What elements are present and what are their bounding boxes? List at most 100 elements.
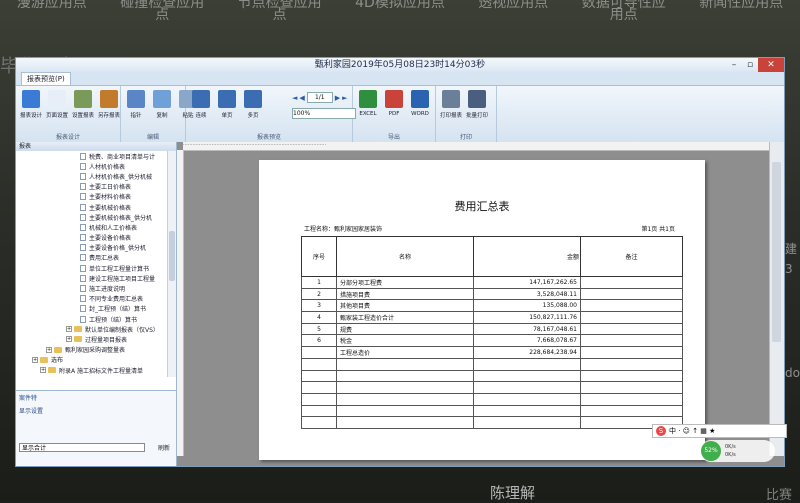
tree-item[interactable]: 主要设备价格_供分机 [16,243,166,253]
tree-item[interactable]: 主要机械价格表_供分机 [16,212,166,222]
ribbon-button[interactable]: 多页 [240,90,266,119]
prev-page-icon[interactable]: ◀ [299,94,304,102]
tree-item[interactable]: + 附录A 施工招标文件工程量清单 [16,365,166,375]
table-cell [580,404,683,418]
report-icon [80,183,86,191]
background-menu-line: 漫游应用点 [16,0,87,11]
close-button[interactable]: ✕ [758,58,784,72]
folder-icon [48,367,56,374]
last-page-icon[interactable]: ► [342,94,347,102]
page-input[interactable]: 1/1 [306,92,333,103]
tree-item[interactable]: + 选布 [16,355,166,365]
tree-item-label: 主要机械价格表 [89,204,132,212]
ribbon-button[interactable]: 复制 [149,90,175,119]
preview-scrollbar[interactable] [769,142,784,456]
ribbon-button[interactable]: 连续 [188,90,214,119]
expand-icon[interactable]: + [40,367,46,374]
column-header: 金额 [473,236,581,277]
ime-tools[interactable]: 中 · ☺ ↑ ▦ ★ [669,426,715,436]
tree-item[interactable]: 主要机械价格表 [16,202,166,212]
ime-icon[interactable]: S [656,426,666,436]
tree-item[interactable]: 不同专业费用汇总表 [16,294,166,304]
tree-item-label: 附录A 施工招标文件工程量清单 [59,367,144,375]
ribbon-group: 打印报表 批量打印打印 [436,86,497,142]
ribbon-button[interactable]: WORD [407,90,433,117]
minimize-button[interactable]: – [726,58,742,72]
project-name: 工程名称：甄利家园家居装饰 [304,226,383,233]
next-page-icon[interactable]: ▶ [335,94,340,102]
tree-item[interactable]: 主要材料价格表 [16,192,166,202]
ribbon-button[interactable]: 单页 [214,90,240,119]
tree-item[interactable]: 人材机价格表 [16,161,166,171]
tree-item-label: 工程预（结）算书 [89,316,138,324]
ribbon-button[interactable]: EXCEL [355,90,381,117]
report-icon [80,254,86,262]
expand-icon[interactable]: + [66,336,72,343]
ribbon-button-label: 报表设计 [19,113,42,119]
ribbon-button[interactable]: 批量打印 [464,90,490,119]
ime-toolbar[interactable]: S 中 · ☺ ↑ ▦ ★ [652,424,787,438]
tree-item[interactable]: 费用汇总表 [16,253,166,263]
expand-icon[interactable]: + [66,326,72,333]
table-cell [580,287,683,301]
tree-item[interactable]: 人材机价格表_供分机械 [16,171,166,181]
expand-icon[interactable]: + [46,346,52,353]
ribbon-button[interactable]: 打印报表 [438,90,464,119]
page-number: 第1页 共1页 [641,226,675,233]
tree-item[interactable]: 单位工程工程量计算书 [16,263,166,273]
ribbon-group-label: 打印 [459,134,472,141]
refresh-button[interactable]: 刷新 [158,443,170,452]
first-page-icon[interactable]: ◄ [292,94,297,102]
tree-item[interactable]: 建设工程施工项目工程量 [16,273,166,283]
window-titlebar[interactable]: 甄利家园2019年05月08日23时14分03秒 – ▫ ✕ [16,58,784,72]
background-menu-line: 透视应用点 [478,0,549,11]
tree-item[interactable]: 施工进度说明 [16,283,166,293]
ribbon-button-icon [100,90,118,108]
tree-item[interactable]: 主要工日价格表 [16,182,166,192]
link-display-settings[interactable]: 显示设置 [16,404,176,417]
report-icon [80,152,86,160]
background-menu-item: 漫游应用点 [17,0,87,40]
ribbon-button-icon [153,90,171,108]
folder-icon [74,326,82,333]
tree-scrollbar[interactable] [167,151,176,377]
maximize-button[interactable]: ▫ [742,58,758,72]
background-menu-line: 4D模拟应用点 [355,0,445,11]
ribbon-button[interactable]: 设置报表 [70,90,96,119]
column-header: 序号 [301,236,337,277]
ribbon-button[interactable]: 报表设计 [18,90,44,119]
tab-report-preview[interactable]: 报表预览(P) [21,72,71,85]
tree-item[interactable]: 税费、商业项目清单与计 [16,151,166,161]
ribbon-button[interactable]: 页面设置 [44,90,70,119]
table-cell [301,381,337,394]
tree-item[interactable]: + 过程量项目报表 [16,334,166,344]
table-row: 6 税金 7,668,078.67 [301,334,683,348]
ribbon-button-icon [127,90,145,108]
tree-item[interactable]: + 默认单位编制报表（仅VS） [16,324,166,334]
table-cell [580,322,683,336]
tree-item[interactable]: 机械和人工价格表 [16,222,166,232]
ribbon-button[interactable]: 指针 [123,90,149,119]
ribbon-button[interactable]: 另存报表 [96,90,122,119]
network-speed-widget[interactable]: 52% 0K/s 0K/s [700,440,775,462]
zoom-select[interactable]: 100% [292,108,356,119]
tree-item-label: 税费、商业项目清单与计 [89,153,156,161]
expand-icon[interactable]: + [32,356,38,363]
ribbon-button-label: 另存报表 [97,113,120,119]
ribbon-button-icon [22,90,40,108]
ribbon-button[interactable]: PDF [381,90,407,117]
display-combo[interactable]: 显示合计 [19,443,145,452]
ribbon-button-label: WORD [411,111,429,117]
tree-item[interactable]: + 甄利家园采购调整量表 [16,345,166,355]
table-cell: 3 [301,299,337,313]
ribbon-button-label: 页面设置 [45,113,68,119]
tree-item[interactable]: 工程预（结）算书 [16,314,166,324]
tree-item-label: 封_工程预（结）算书 [89,306,147,314]
tree-item[interactable]: 主要设备价格表 [16,233,166,243]
link-case[interactable]: 案件特 [16,391,176,404]
tree-item[interactable]: 封_工程预（结）算书 [16,304,166,314]
table-cell [336,416,474,429]
table-cell [336,357,474,371]
table-cell [301,346,337,359]
tree-item[interactable]: +附录B 工程量清单单位价格 [16,375,166,377]
